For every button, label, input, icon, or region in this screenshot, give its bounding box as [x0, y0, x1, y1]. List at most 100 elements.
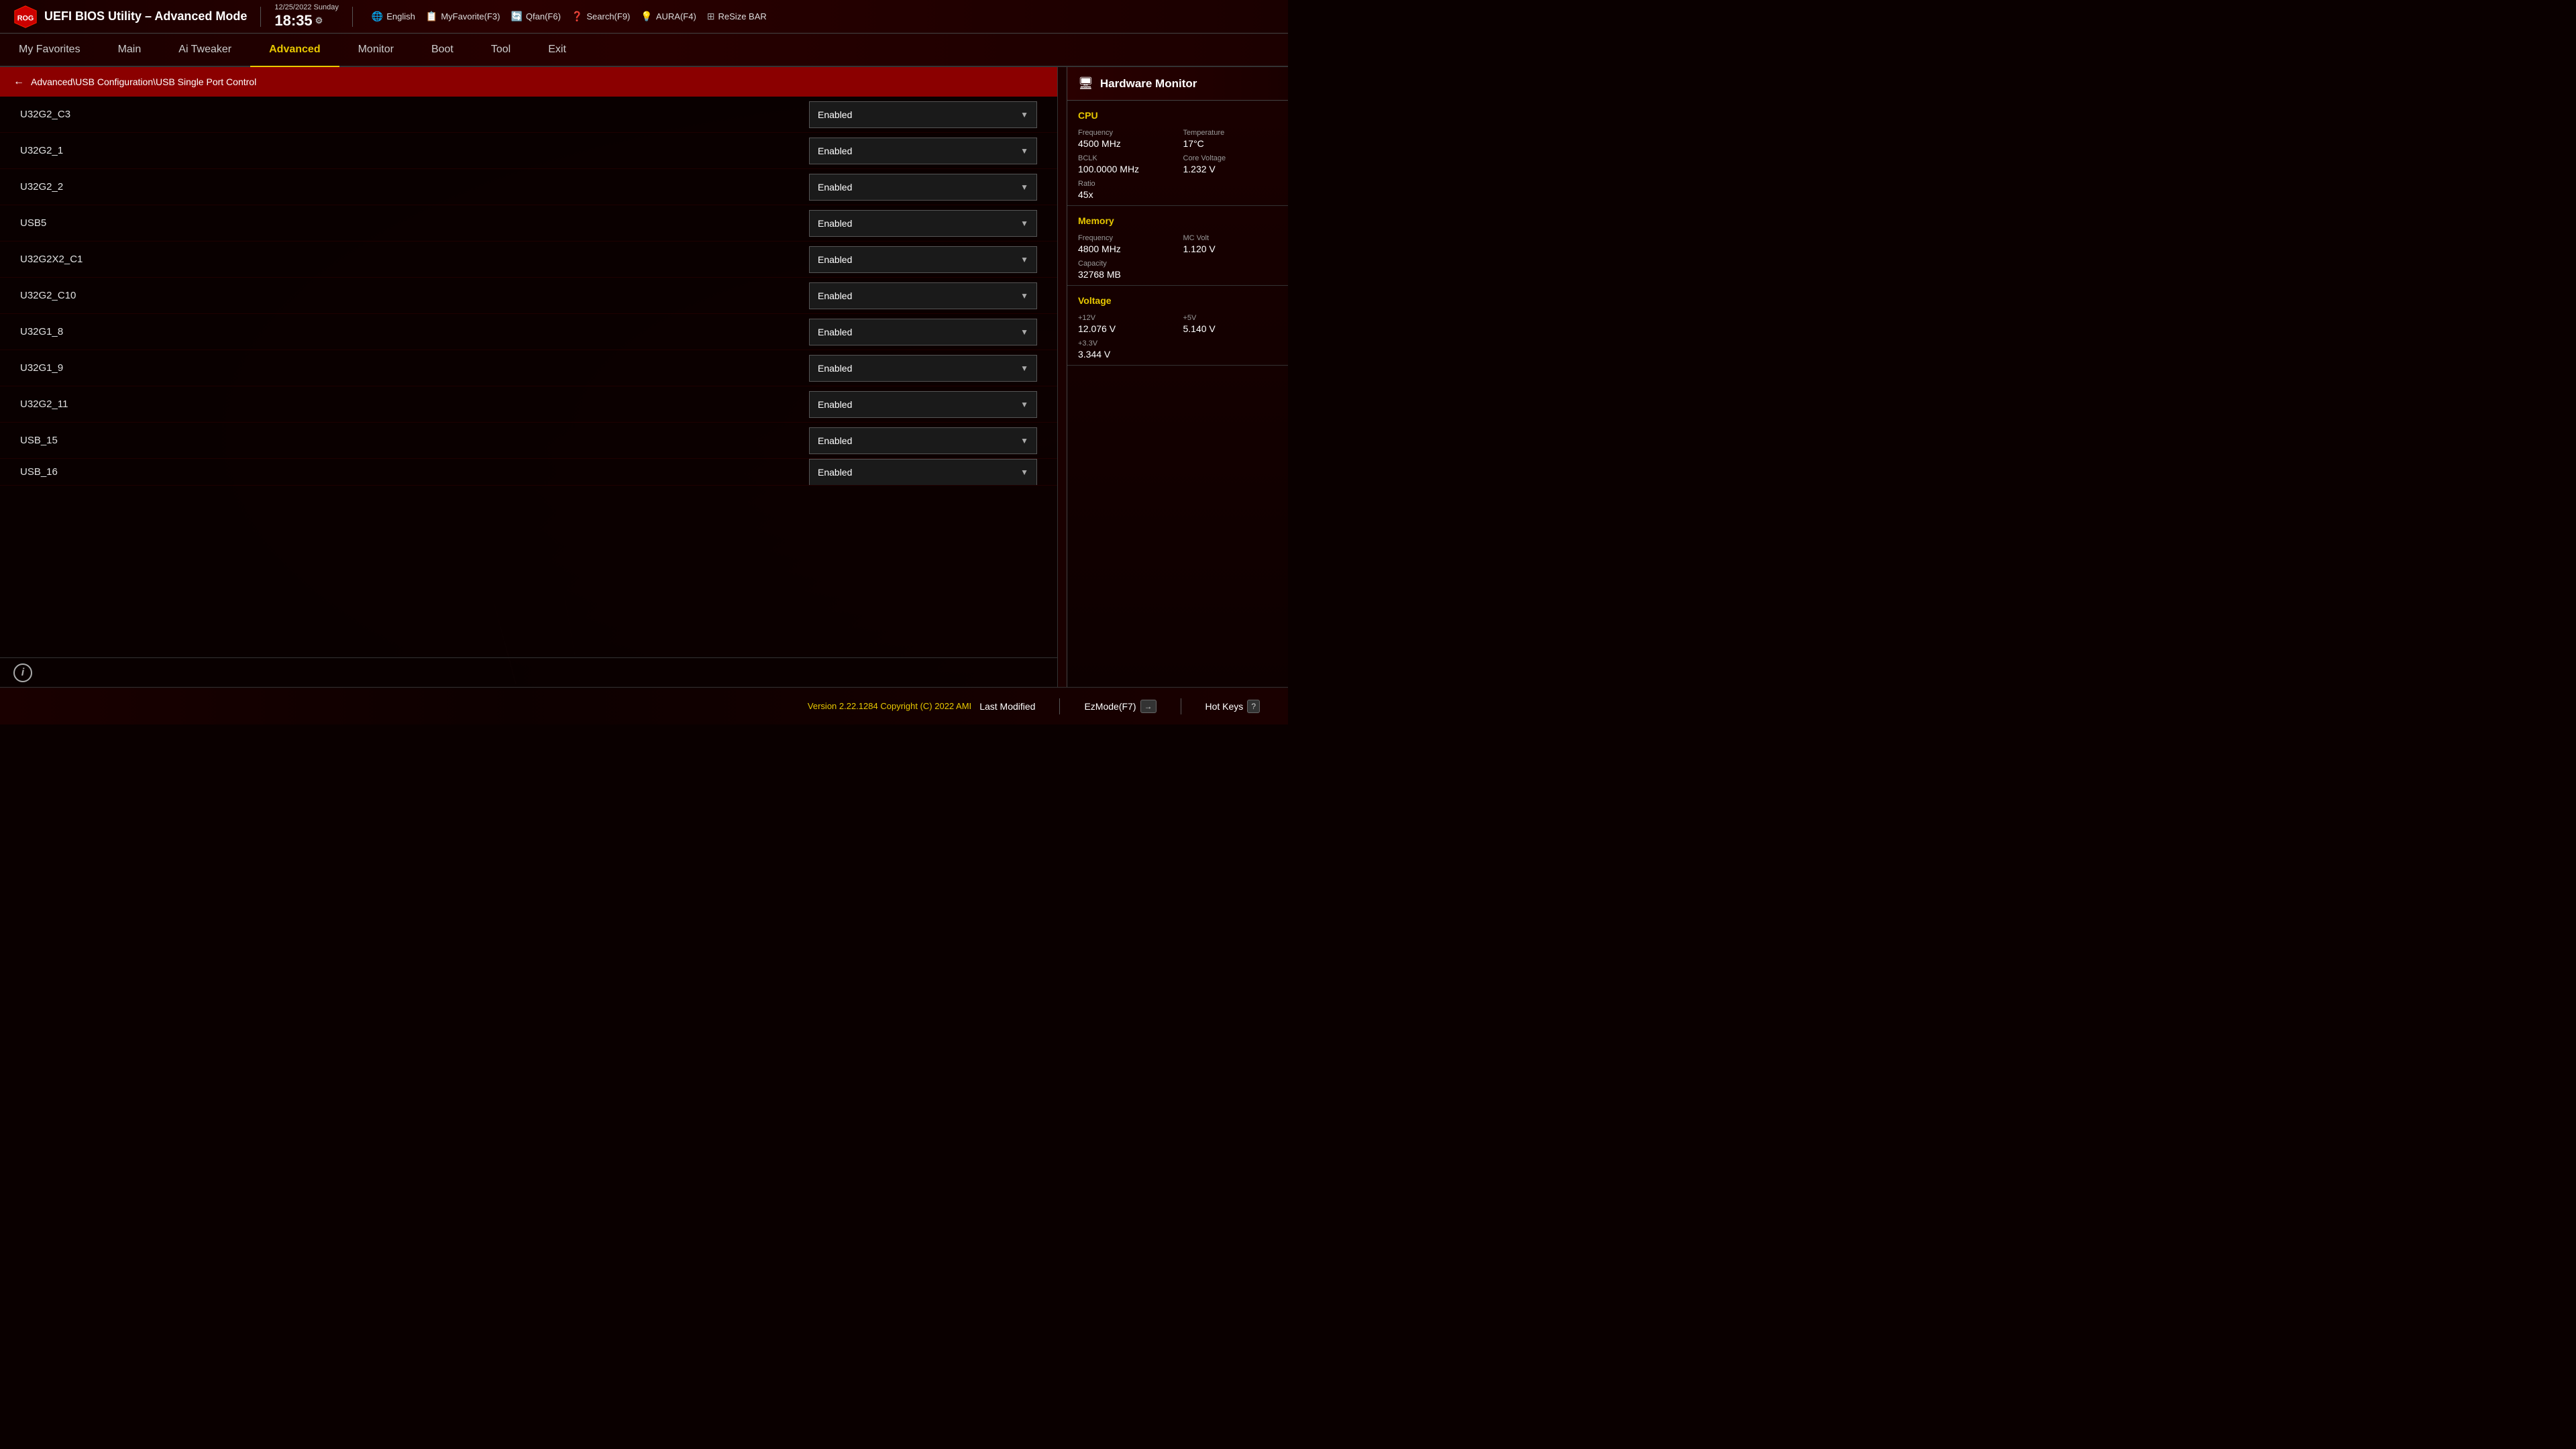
setting-control-usb5[interactable]: Enabled ▼ — [809, 210, 1037, 237]
setting-control-u32g2-1[interactable]: Enabled ▼ — [809, 138, 1037, 164]
tool-myfavorite-label: MyFavorite(F3) — [441, 11, 500, 21]
hw-monitor-header: 🖥 Hardware Monitor — [1067, 67, 1288, 101]
setting-label-usb5: USB5 — [20, 217, 809, 229]
hw-stat-label-5v: +5V — [1183, 314, 1278, 322]
tool-english[interactable]: 🌐 English — [372, 11, 415, 22]
dropdown-value: Enabled — [818, 399, 852, 410]
setting-control-usb-16[interactable]: Enabled ▼ — [809, 459, 1037, 486]
setting-row-u32g2-2: U32G2_2 Enabled ▼ — [0, 169, 1057, 205]
dropdown-u32g2-11[interactable]: Enabled ▼ — [809, 391, 1037, 418]
hw-stat-volt-5v: +5V 5.140 V — [1183, 314, 1278, 334]
nav-ai-tweaker[interactable]: Ai Tweaker — [160, 34, 250, 67]
setting-row-u32g1-8: U32G1_8 Enabled ▼ — [0, 314, 1057, 350]
setting-label-u32g2-1: U32G2_1 — [20, 145, 809, 156]
setting-control-u32g1-9[interactable]: Enabled ▼ — [809, 355, 1037, 382]
dropdown-arrow-icon: ▼ — [1020, 436, 1028, 445]
setting-control-u32g2-2[interactable]: Enabled ▼ — [809, 174, 1037, 201]
tool-qfan[interactable]: 🔄 Qfan(F6) — [511, 11, 560, 22]
nav-advanced[interactable]: Advanced — [250, 34, 339, 67]
bottom-divider-1 — [1059, 698, 1060, 714]
bottom-bar-right: Last Modified EzMode(F7) → Hot Keys ? — [971, 696, 1268, 717]
hw-stat-label-cpu-temp: Temperature — [1183, 129, 1278, 137]
setting-control-u32g2x2-c1[interactable]: Enabled ▼ — [809, 246, 1037, 273]
last-modified-label: Last Modified — [979, 701, 1035, 712]
dropdown-u32g2-c3[interactable]: Enabled ▼ — [809, 101, 1037, 128]
hw-cpu-grid: Frequency 4500 MHz Temperature 17°C BCLK… — [1078, 129, 1277, 200]
hw-cpu-section: CPU Frequency 4500 MHz Temperature 17°C … — [1067, 101, 1288, 206]
dropdown-arrow-icon: ▼ — [1020, 291, 1028, 301]
hot-keys-button[interactable]: Hot Keys ? — [1197, 696, 1269, 717]
tool-aura[interactable]: 💡 AURA(F4) — [641, 11, 696, 22]
setting-control-u32g2-c3[interactable]: Enabled ▼ — [809, 101, 1037, 128]
dropdown-value: Enabled — [818, 218, 852, 229]
info-icon: i — [13, 663, 32, 682]
dropdown-value: Enabled — [818, 467, 852, 478]
hw-stat-label-cpu-freq: Frequency — [1078, 129, 1173, 137]
hw-memory-grid: Frequency 4800 MHz MC Volt 1.120 V Capac… — [1078, 234, 1277, 280]
ezmode-button[interactable]: EzMode(F7) → — [1076, 696, 1164, 717]
hw-cpu-title: CPU — [1078, 110, 1277, 121]
scrollbar-track[interactable] — [1057, 67, 1067, 687]
info-bar: i — [0, 657, 1057, 687]
nav-exit[interactable]: Exit — [529, 34, 585, 67]
nav-my-favorites[interactable]: My Favorites — [0, 34, 99, 67]
dropdown-usb5[interactable]: Enabled ▼ — [809, 210, 1037, 237]
tool-search[interactable]: ❓ Search(F9) — [572, 11, 630, 22]
nav-monitor[interactable]: Monitor — [339, 34, 413, 67]
dropdown-usb-16[interactable]: Enabled ▼ — [809, 459, 1037, 486]
hot-keys-label: Hot Keys — [1205, 701, 1244, 712]
header-datetime: 12/25/2022 Sunday 18:35 ⚙ — [274, 3, 338, 30]
hw-stat-label-mem-freq: Frequency — [1078, 234, 1173, 242]
hw-stat-mem-mcvolt: MC Volt 1.120 V — [1183, 234, 1278, 254]
back-arrow-icon[interactable]: ← — [13, 76, 24, 88]
nav-boot[interactable]: Boot — [413, 34, 472, 67]
dropdown-value: Enabled — [818, 435, 852, 446]
nav-main[interactable]: Main — [99, 34, 160, 67]
dropdown-u32g2x2-c1[interactable]: Enabled ▼ — [809, 246, 1037, 273]
setting-label-u32g1-8: U32G1_8 — [20, 326, 809, 337]
setting-row-u32g2-11: U32G2_11 Enabled ▼ — [0, 386, 1057, 423]
setting-control-u32g2-c10[interactable]: Enabled ▼ — [809, 282, 1037, 309]
setting-label-u32g2-c3: U32G2_C3 — [20, 109, 809, 120]
setting-row-u32g2-c10: U32G2_C10 Enabled ▼ — [0, 278, 1057, 314]
header-time: 18:35 ⚙ — [274, 12, 323, 30]
dropdown-u32g2-2[interactable]: Enabled ▼ — [809, 174, 1037, 201]
svg-text:ROG: ROG — [17, 14, 34, 22]
dropdown-u32g2-1[interactable]: Enabled ▼ — [809, 138, 1037, 164]
hw-stat-value-cpu-freq: 4500 MHz — [1078, 138, 1173, 149]
nav-tool[interactable]: Tool — [472, 34, 529, 67]
hw-stat-label-mem-capacity: Capacity — [1078, 260, 1277, 268]
setting-row-u32g2-c3: U32G2_C3 Enabled ▼ — [0, 97, 1057, 133]
setting-row-usb-16: USB_16 Enabled ▼ — [0, 459, 1057, 486]
setting-row-usb-15: USB_15 Enabled ▼ — [0, 423, 1057, 459]
setting-control-u32g2-11[interactable]: Enabled ▼ — [809, 391, 1037, 418]
setting-control-u32g1-8[interactable]: Enabled ▼ — [809, 319, 1037, 345]
hw-stat-label-cpu-corevolt: Core Voltage — [1183, 154, 1278, 162]
tool-myfavorite[interactable]: 📋 MyFavorite(F3) — [426, 11, 500, 22]
setting-label-u32g2-c10: U32G2_C10 — [20, 290, 809, 301]
header: ROG UEFI BIOS Utility – Advanced Mode 12… — [0, 0, 1288, 34]
settings-icon[interactable]: ⚙ — [315, 15, 323, 26]
setting-row-u32g2-1: U32G2_1 Enabled ▼ — [0, 133, 1057, 169]
tool-resizebar[interactable]: ⊞ ReSize BAR — [707, 11, 767, 22]
dropdown-u32g1-9[interactable]: Enabled ▼ — [809, 355, 1037, 382]
rog-logo-icon: ROG — [13, 5, 38, 29]
dropdown-arrow-icon: ▼ — [1020, 146, 1028, 156]
hw-voltage-title: Voltage — [1078, 295, 1277, 306]
dropdown-u32g1-8[interactable]: Enabled ▼ — [809, 319, 1037, 345]
dropdown-arrow-icon: ▼ — [1020, 182, 1028, 192]
dropdown-usb-15[interactable]: Enabled ▼ — [809, 427, 1037, 454]
dropdown-u32g2-c10[interactable]: Enabled ▼ — [809, 282, 1037, 309]
monitor-icon: 🖥 — [1078, 76, 1093, 91]
hw-stat-volt-33v: +3.3V 3.344 V — [1078, 339, 1173, 360]
hw-memory-title: Memory — [1078, 215, 1277, 226]
ezmode-label: EzMode(F7) — [1084, 701, 1136, 712]
last-modified-button[interactable]: Last Modified — [971, 697, 1043, 716]
hw-stat-value-cpu-bclk: 100.0000 MHz — [1078, 164, 1173, 174]
hw-monitor-title: Hardware Monitor — [1100, 77, 1197, 91]
hw-stat-cpu-frequency: Frequency 4500 MHz — [1078, 129, 1173, 149]
setting-control-usb-15[interactable]: Enabled ▼ — [809, 427, 1037, 454]
settings-list[interactable]: U32G2_C3 Enabled ▼ U32G2_1 Enabled — [0, 97, 1057, 657]
dropdown-arrow-icon: ▼ — [1020, 400, 1028, 409]
dropdown-value: Enabled — [818, 182, 852, 193]
